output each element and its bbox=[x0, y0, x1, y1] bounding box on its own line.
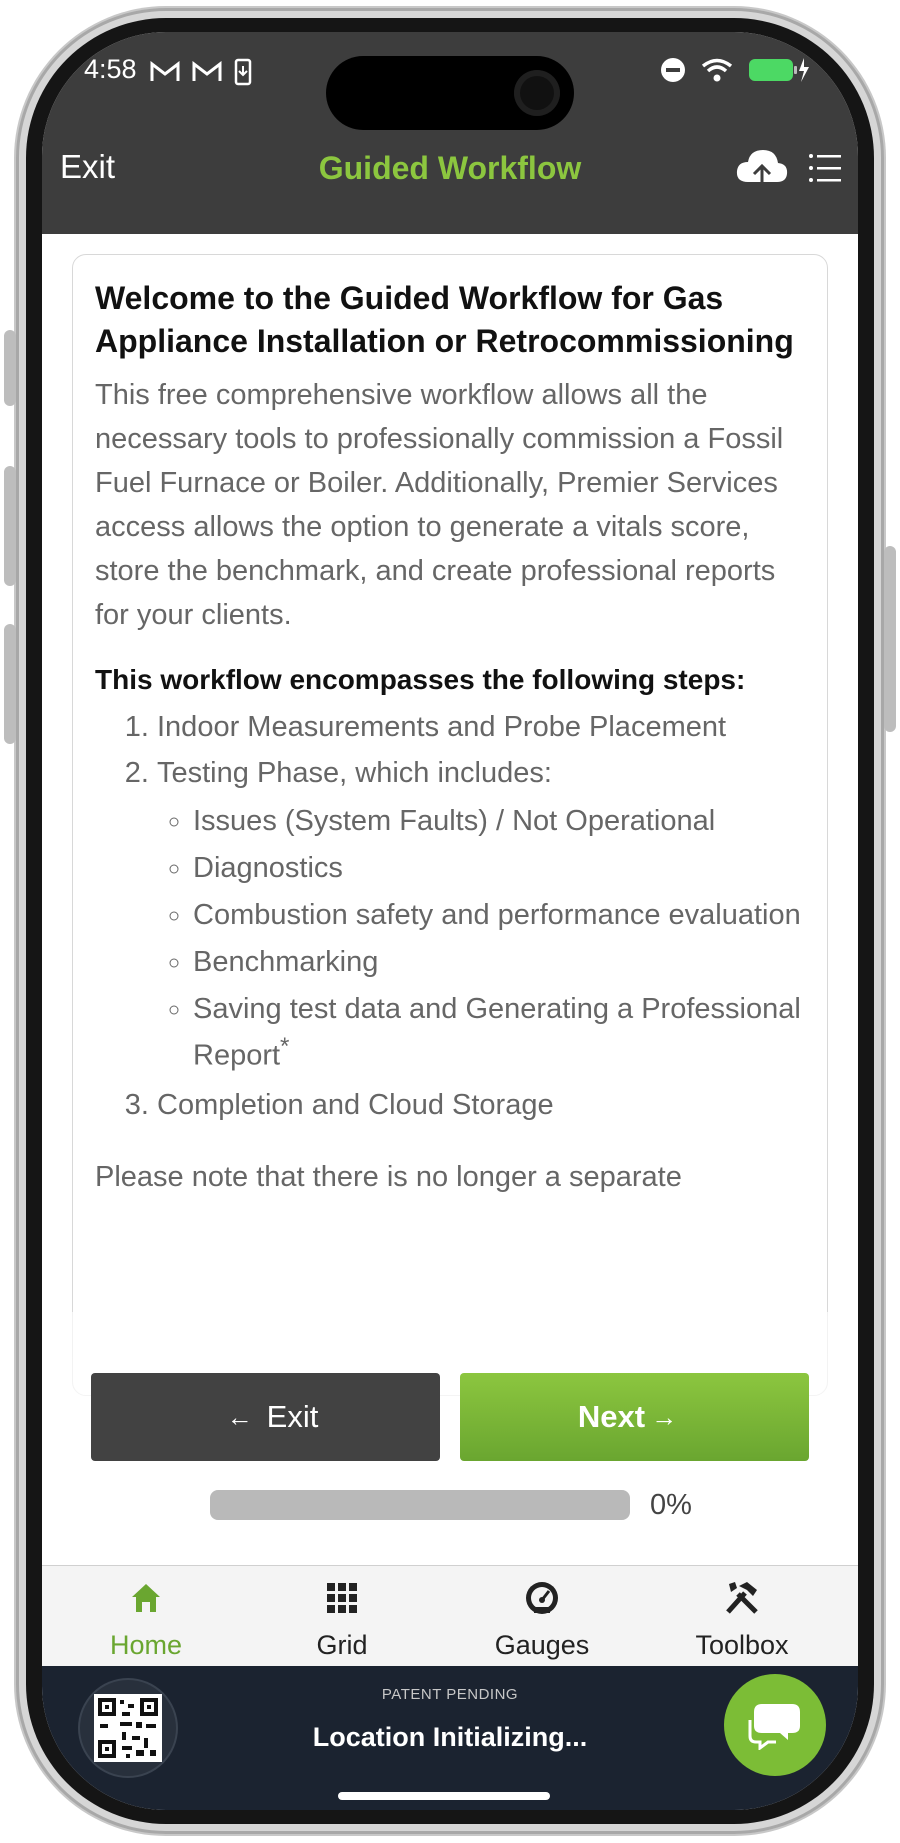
status-time: 4:58 bbox=[84, 54, 137, 84]
bottom-tab-bar: Home Grid Gauges Toolbox bbox=[42, 1565, 858, 1666]
next-button[interactable]: Next → bbox=[460, 1373, 809, 1461]
phone-power-button bbox=[884, 546, 896, 732]
wifi-icon bbox=[701, 58, 733, 82]
gmail-icon bbox=[192, 61, 222, 81]
tab-grid[interactable]: Grid bbox=[242, 1578, 442, 1661]
substep-item: Benchmarking bbox=[193, 944, 805, 981]
card-intro: This free comprehensive workflow allows … bbox=[95, 379, 784, 631]
substep-item: Issues (System Faults) / Not Operational bbox=[193, 803, 805, 840]
tab-gauges[interactable]: Gauges bbox=[442, 1578, 642, 1661]
home-icon bbox=[132, 1584, 160, 1612]
welcome-card: Welcome to the Guided Workflow for Gas A… bbox=[72, 254, 828, 1396]
status-footer: PATENT PENDING Location Initializing... bbox=[42, 1666, 858, 1810]
arrow-left-icon: ← bbox=[226, 1401, 253, 1432]
phone-side-button bbox=[4, 330, 16, 406]
grid-icon bbox=[327, 1583, 357, 1613]
step-item: Completion and Cloud Storage bbox=[157, 1085, 805, 1125]
card-note: Please note that there is no longer a se… bbox=[95, 1160, 682, 1193]
steps-list: Indoor Measurements and Probe Placement … bbox=[95, 707, 805, 1125]
list-menu-icon[interactable] bbox=[808, 152, 842, 184]
tab-toolbox[interactable]: Toolbox bbox=[642, 1578, 842, 1661]
substep-item: Combustion safety and performance evalua… bbox=[193, 897, 805, 934]
substeps-list: Issues (System Faults) / Not Operational… bbox=[157, 803, 805, 1075]
cloud-upload-icon[interactable] bbox=[734, 144, 790, 192]
substep-item: Diagnostics bbox=[193, 850, 805, 887]
step-item: Testing Phase, which includes: Issues (S… bbox=[157, 753, 805, 1075]
gmail-icon bbox=[150, 61, 180, 81]
chat-button[interactable] bbox=[724, 1674, 826, 1776]
substep-item: Saving test data and Generating a Profes… bbox=[193, 991, 805, 1075]
step-item: Indoor Measurements and Probe Placement bbox=[157, 707, 805, 747]
status-system-icons bbox=[660, 56, 810, 84]
arrow-right-icon: → bbox=[651, 1401, 678, 1432]
chat-bubble-icon bbox=[748, 1704, 800, 1750]
steps-heading: This workflow encompasses the following … bbox=[95, 664, 746, 695]
battery-charging-icon bbox=[749, 58, 809, 82]
phone-download-icon bbox=[234, 58, 252, 86]
home-indicator[interactable] bbox=[338, 1792, 550, 1800]
do-not-disturb-icon bbox=[661, 58, 685, 82]
phone-volume-up bbox=[4, 466, 16, 586]
status-notification-icons bbox=[150, 58, 252, 86]
toolbox-icon bbox=[726, 1582, 758, 1614]
progress-bar bbox=[210, 1490, 630, 1520]
tab-home[interactable]: Home bbox=[46, 1578, 246, 1661]
camera-icon bbox=[514, 70, 560, 116]
progress-percent: 0% bbox=[650, 1489, 692, 1521]
phone-volume-down bbox=[4, 624, 16, 744]
dynamic-island bbox=[326, 56, 574, 130]
app-header: 4:58 Exit Guided Workflow bbox=[42, 32, 858, 234]
footnote-mark: * bbox=[280, 1033, 290, 1060]
exit-button[interactable]: ← Exit bbox=[91, 1373, 440, 1461]
card-title: Welcome to the Guided Workflow for Gas A… bbox=[95, 280, 794, 359]
gauge-icon bbox=[526, 1582, 558, 1614]
app-screen: 4:58 Exit Guided Workflow Welcome to the… bbox=[42, 32, 858, 1810]
